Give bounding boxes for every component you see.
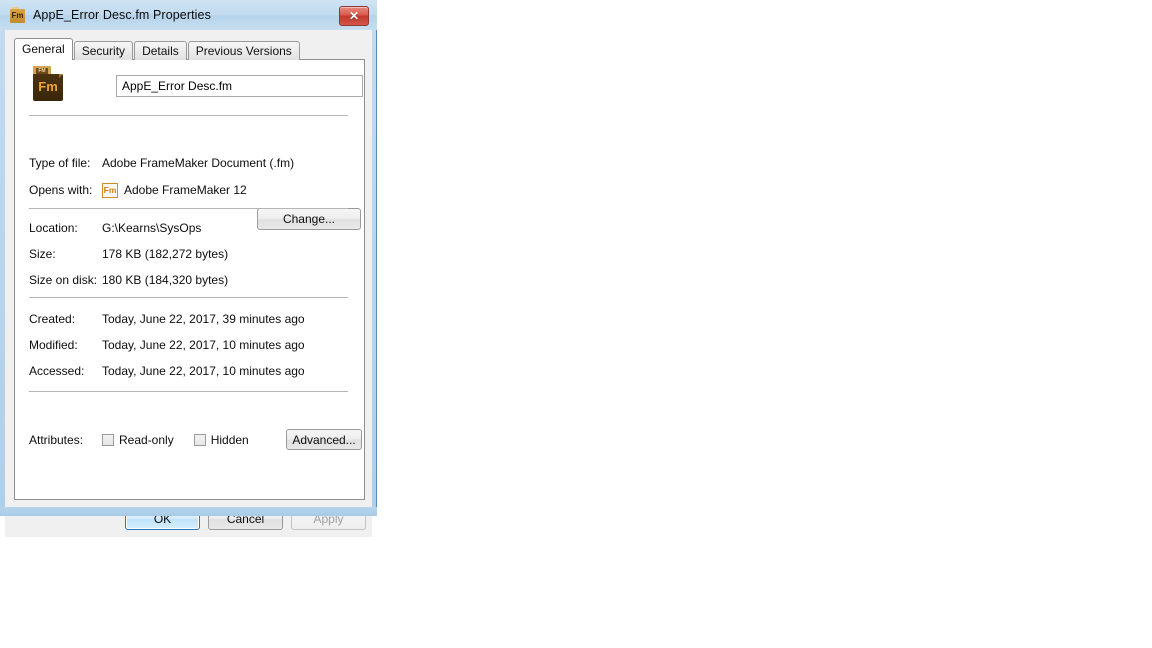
tab-strip: General Security Details Previous Versio… [14,38,301,60]
label-size: Size: [29,247,56,261]
label-size-on-disk: Size on disk: [29,273,98,287]
read-only-label: Read-only [119,433,174,447]
checkbox-hidden[interactable]: Hidden [193,433,249,447]
framemaker-app-icon: Fm [102,182,118,198]
file-header: FM Fm [33,66,363,112]
title-icon-label: Fm [11,11,24,20]
label-accessed: Accessed: [29,364,85,378]
value-size: 178 KB (182,272 bytes) [102,247,229,261]
label-attributes: Attributes: [29,433,84,447]
framemaker-document-icon: Fm [10,7,26,23]
tab-previous-versions[interactable]: Previous Versions [187,41,300,60]
general-tab-panel: FM Fm Type of file: Adobe FrameMaker Doc… [14,59,365,500]
dialog-client-area: General Security Details Previous Versio… [5,30,372,537]
checkbox-read-only[interactable]: Read-only [102,433,174,447]
tab-security[interactable]: Security [73,41,134,60]
window-bottom-edge [0,507,377,516]
separator-attributes [29,391,348,392]
value-modified: Today, June 22, 2017, 10 minutes ago [102,338,305,352]
row-attributes: Attributes: Read-only Hidden [29,432,269,448]
file-icon-label: Fm [38,79,58,94]
row-opens-with: Opens with: Fm Adobe FrameMaker 12 [29,182,247,198]
tab-general[interactable]: General [14,38,73,60]
row-created: Created: Today, June 22, 2017, 39 minute… [29,311,305,327]
hidden-checkbox-box[interactable] [193,434,206,446]
row-size: Size: 178 KB (182,272 bytes) [29,246,228,262]
row-modified: Modified: Today, June 22, 2017, 10 minut… [29,337,305,353]
filename-input[interactable] [116,75,363,97]
tab-details[interactable]: Details [134,41,187,60]
title-bar[interactable]: Fm AppE_Error Desc.fm Properties ✕ [0,0,377,30]
row-size-on-disk: Size on disk: 180 KB (184,320 bytes) [29,272,228,288]
label-modified: Modified: [29,338,78,352]
value-size-on-disk: 180 KB (184,320 bytes) [102,273,229,287]
close-button[interactable]: ✕ [339,6,369,26]
value-accessed: Today, June 22, 2017, 10 minutes ago [102,364,305,378]
label-type-of-file: Type of file: [29,156,91,170]
separator-top [29,115,348,116]
label-opens-with: Opens with: [29,183,93,197]
change-button[interactable]: Change... [257,208,361,230]
value-created: Today, June 22, 2017, 39 minutes ago [102,312,305,326]
close-icon: ✕ [348,9,360,23]
label-location: Location: [29,221,78,235]
dialog-button-bar: OK Cancel Apply [5,500,372,537]
value-type-of-file: Adobe FrameMaker Document (.fm) [102,156,295,170]
read-only-checkbox-box[interactable] [102,434,114,446]
value-location: G:\Kearns\SysOps [102,221,202,235]
framemaker-document-icon-large: FM Fm [33,66,67,102]
row-accessed: Accessed: Today, June 22, 2017, 10 minut… [29,363,305,379]
hidden-label: Hidden [210,433,249,447]
advanced-button[interactable]: Advanced... [286,429,362,450]
row-type-of-file: Type of file: Adobe FrameMaker Document … [29,155,294,171]
separator-dates [29,297,348,298]
row-location: Location: G:\Kearns\SysOps [29,220,201,236]
file-properties-window: Fm AppE_Error Desc.fm Properties ✕ Gener… [0,0,377,537]
value-opens-with: Adobe FrameMaker 12 [124,183,247,197]
label-created: Created: [29,312,76,326]
window-title: AppE_Error Desc.fm Properties [33,8,211,22]
separator-file-info [29,208,348,209]
